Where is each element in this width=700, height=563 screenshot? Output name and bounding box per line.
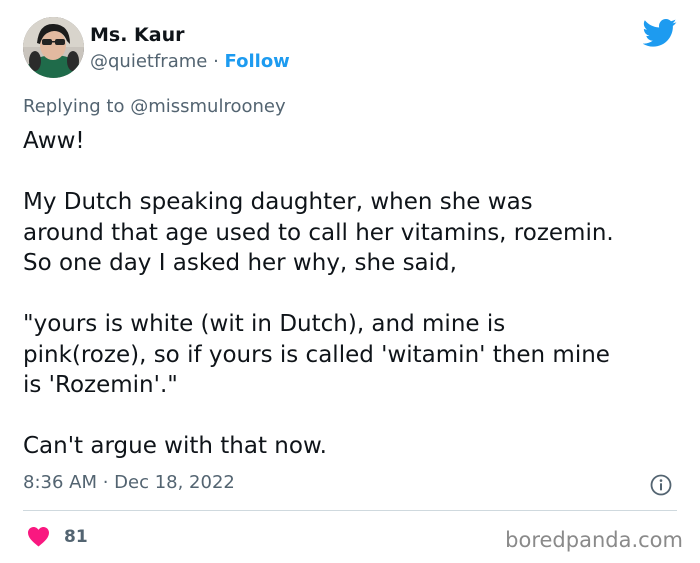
follow-button[interactable]: Follow [225,51,290,72]
twitter-bird-icon[interactable] [643,18,677,48]
handle-separator: · [213,51,219,72]
tweet-paragraph: Can't argue with that now. [23,433,327,459]
user-handle[interactable]: @quietframe [90,51,207,72]
heart-icon [28,526,49,547]
tweet-paragraph: Aww! [23,128,85,154]
reply-mention-link[interactable]: @missmulrooney [130,96,285,117]
like-count: 81 [64,526,88,547]
divider [23,510,677,511]
watermark: boredpanda.com [505,528,683,552]
replying-prefix: Replying to [23,96,125,117]
replying-to: Replying to @missmulrooney [23,96,286,117]
tweet-paragraph: My Dutch speaking daughter, when she was… [23,189,614,276]
avatar[interactable] [23,17,84,78]
avatar-image [23,17,84,78]
tweet-timestamp[interactable]: 8:36 AM · Dec 18, 2022 [23,472,235,493]
tweet-text: Aww! My Dutch speaking daughter, when sh… [23,126,691,462]
display-name[interactable]: Ms. Kaur [90,24,185,46]
handle-row: @quietframe · Follow [90,51,290,72]
info-icon[interactable] [650,474,672,496]
tweet-paragraph: "yours is white (wit in Dutch), and mine… [23,311,610,398]
like-button[interactable]: 81 [27,526,88,547]
